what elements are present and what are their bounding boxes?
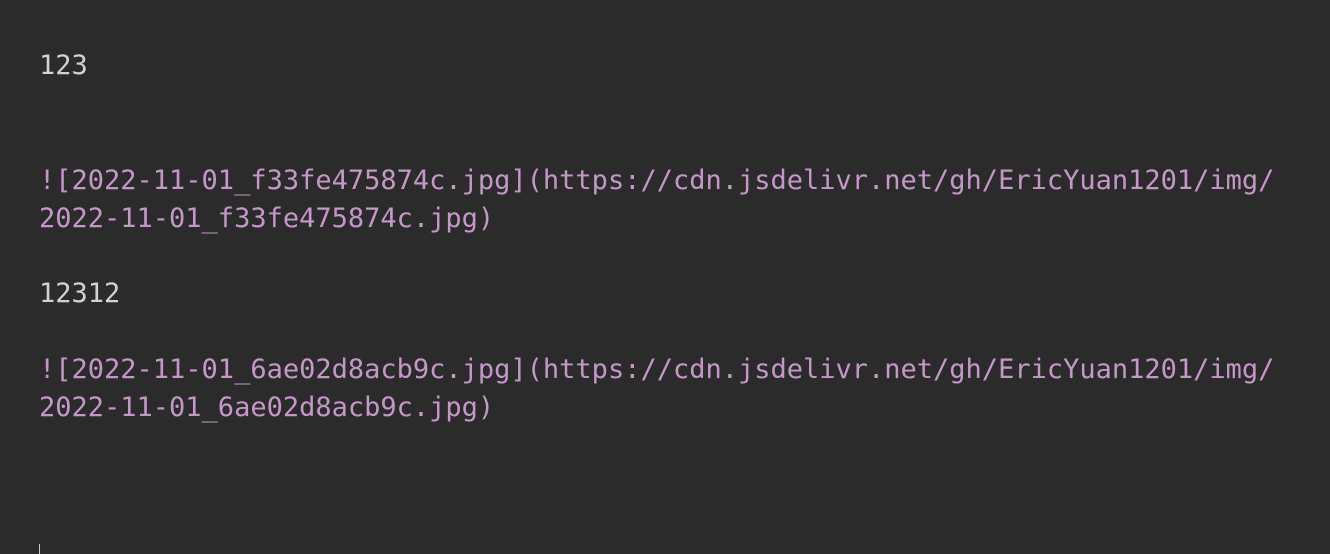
image-markdown-line[interactable]: ![2022-11-01_6ae02d8acb9c.jpg](https://c… — [39, 351, 1274, 389]
text-line[interactable]: 123 — [39, 47, 88, 85]
image-markdown-line-continuation[interactable]: 2022-11-01_f33fe475874c.jpg) — [39, 200, 494, 238]
text-caret — [39, 544, 40, 554]
markdown-editor[interactable]: 123 ![2022-11-01_f33fe475874c.jpg](https… — [0, 0, 1330, 554]
image-markdown-line-continuation[interactable]: 2022-11-01_6ae02d8acb9c.jpg) — [39, 389, 494, 427]
image-markdown-line[interactable]: ![2022-11-01_f33fe475874c.jpg](https://c… — [39, 162, 1274, 200]
text-line[interactable]: 12312 — [39, 275, 120, 313]
